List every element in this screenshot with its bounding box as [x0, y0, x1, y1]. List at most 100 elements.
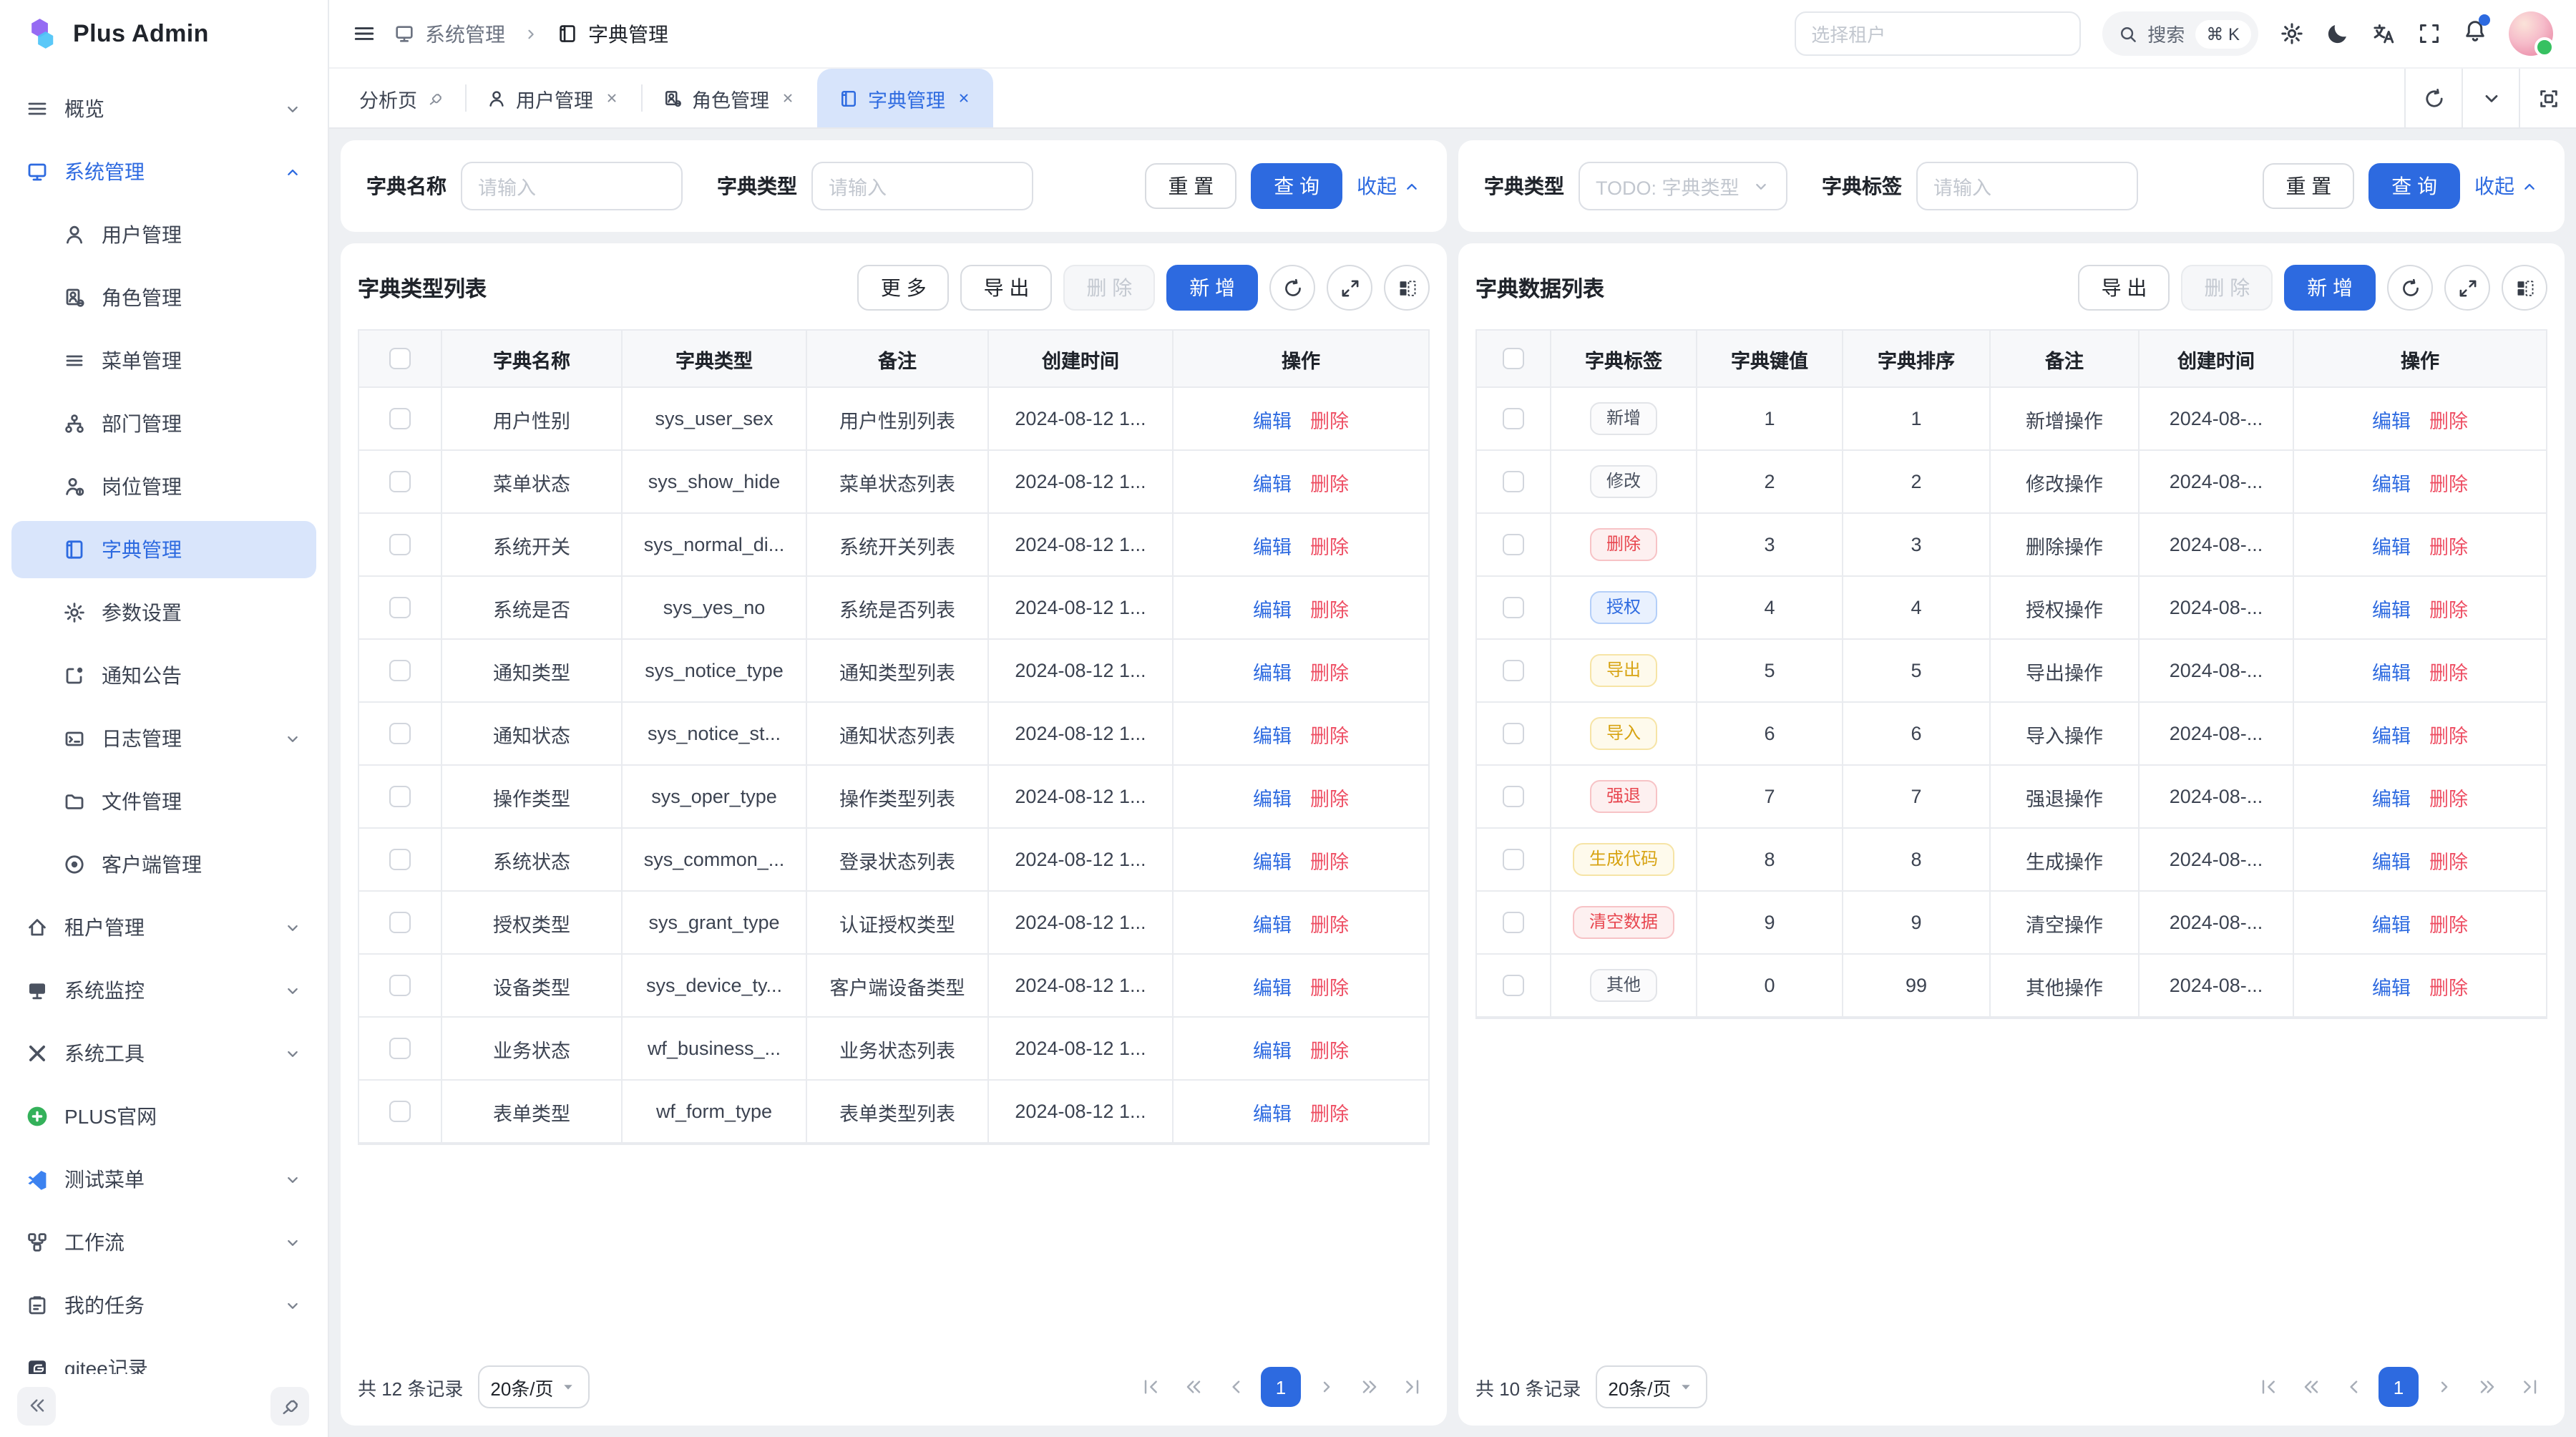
expand-table-button[interactable] [2444, 265, 2490, 311]
query-button[interactable]: 查 询 [1251, 163, 1342, 209]
prev-page-button[interactable] [2336, 1369, 2371, 1405]
edit-link[interactable]: 编辑 [1253, 719, 1292, 748]
delete-link[interactable]: 删除 [1310, 656, 1349, 685]
dict-type-select[interactable]: TODO: 字典类型 [1579, 162, 1787, 210]
delete-link[interactable]: 删除 [2429, 404, 2468, 433]
delete-link[interactable]: 删除 [1310, 782, 1349, 811]
row-checkbox[interactable] [389, 723, 411, 744]
first-page-button[interactable] [2250, 1369, 2285, 1405]
row-checkbox[interactable] [1503, 849, 1524, 870]
column-settings-button[interactable] [1384, 265, 1430, 311]
maximize-button[interactable] [2519, 69, 2576, 127]
add-button[interactable]: 新 增 [2284, 265, 2376, 311]
delete-link[interactable]: 删除 [2429, 908, 2468, 937]
refresh-table-button[interactable] [2387, 265, 2433, 311]
sidebar-item-菜单管理[interactable]: 菜单管理 [11, 332, 316, 389]
close-icon[interactable] [955, 90, 971, 106]
delete-link[interactable]: 删除 [2429, 719, 2468, 748]
dark-mode-icon[interactable] [2326, 21, 2350, 46]
close-icon[interactable] [603, 90, 619, 106]
current-page-button[interactable]: 1 [2379, 1367, 2419, 1407]
delete-link[interactable]: 删除 [1310, 467, 1349, 496]
edit-link[interactable]: 编辑 [2372, 719, 2411, 748]
sidebar-item-租户管理[interactable]: 租户管理 [11, 899, 316, 956]
avatar[interactable] [2509, 11, 2553, 56]
edit-link[interactable]: 编辑 [1253, 845, 1292, 874]
row-checkbox[interactable] [389, 471, 411, 492]
column-settings-button[interactable] [2502, 265, 2547, 311]
tab-menu-button[interactable] [2462, 69, 2519, 127]
sidebar-item-测试菜单[interactable]: 测试菜单 [11, 1151, 316, 1208]
more-button[interactable]: 更 多 [858, 265, 950, 311]
current-page-button[interactable]: 1 [1261, 1367, 1301, 1407]
row-checkbox[interactable] [389, 534, 411, 555]
language-icon[interactable] [2371, 21, 2396, 46]
edit-link[interactable]: 编辑 [2372, 908, 2411, 937]
delete-link[interactable]: 删除 [2429, 593, 2468, 622]
sidebar-pin-button[interactable] [270, 1386, 309, 1425]
delete-link[interactable]: 删除 [2429, 530, 2468, 559]
close-icon[interactable] [779, 90, 795, 106]
breadcrumb-item-dict[interactable]: 字典管理 [557, 19, 668, 48]
delete-link[interactable]: 删除 [1310, 845, 1349, 874]
edit-link[interactable]: 编辑 [2372, 656, 2411, 685]
row-checkbox[interactable] [389, 408, 411, 429]
row-checkbox[interactable] [389, 912, 411, 933]
edit-link[interactable]: 编辑 [2372, 845, 2411, 874]
delete-link[interactable]: 删除 [1310, 971, 1349, 1000]
edit-link[interactable]: 编辑 [1253, 1097, 1292, 1126]
last-page-button[interactable] [1394, 1369, 1430, 1405]
row-checkbox[interactable] [1503, 471, 1524, 492]
edit-link[interactable]: 编辑 [1253, 467, 1292, 496]
prev-5-pages-button[interactable] [1175, 1369, 1211, 1405]
row-checkbox[interactable] [1503, 408, 1524, 429]
dict-tag-input[interactable]: 请输入 [1916, 162, 2138, 210]
page-size-select[interactable]: 20条/页 [477, 1365, 589, 1408]
row-checkbox[interactable] [1503, 723, 1524, 744]
fullscreen-icon[interactable] [2417, 21, 2441, 46]
delete-link[interactable]: 删除 [1310, 1034, 1349, 1063]
edit-link[interactable]: 编辑 [1253, 971, 1292, 1000]
edit-link[interactable]: 编辑 [1253, 404, 1292, 433]
row-checkbox[interactable] [389, 1101, 411, 1122]
add-button[interactable]: 新 增 [1166, 265, 1258, 311]
dict-name-input[interactable]: 请输入 [461, 162, 683, 210]
row-checkbox[interactable] [389, 597, 411, 618]
edit-link[interactable]: 编辑 [2372, 782, 2411, 811]
sidebar-item-系统监控[interactable]: 系统监控 [11, 962, 316, 1019]
expand-table-button[interactable] [1327, 265, 1372, 311]
notifications-button[interactable] [2463, 18, 2487, 49]
select-all-checkbox[interactable] [1503, 348, 1524, 369]
first-page-button[interactable] [1132, 1369, 1168, 1405]
pin-icon[interactable] [427, 90, 443, 106]
global-search-button[interactable]: 搜索 ⌘ K [2102, 11, 2258, 56]
delete-link[interactable]: 删除 [2429, 656, 2468, 685]
collapse-search-link[interactable]: 收起 [2474, 172, 2539, 200]
query-button[interactable]: 查 询 [2368, 163, 2460, 209]
delete-link[interactable]: 删除 [1310, 719, 1349, 748]
sidebar-item-通知公告[interactable]: 通知公告 [11, 647, 316, 704]
edit-link[interactable]: 编辑 [1253, 530, 1292, 559]
sidebar-item-用户管理[interactable]: 用户管理 [11, 206, 316, 263]
row-checkbox[interactable] [389, 849, 411, 870]
row-checkbox[interactable] [1503, 786, 1524, 807]
next-page-button[interactable] [2426, 1369, 2462, 1405]
sidebar-item-部门管理[interactable]: 部门管理 [11, 395, 316, 452]
sidebar-item-日志管理[interactable]: 日志管理 [11, 710, 316, 767]
sidebar-item-PLUS官网[interactable]: PLUS官网 [11, 1088, 316, 1145]
row-checkbox[interactable] [1503, 597, 1524, 618]
next-page-button[interactable] [1308, 1369, 1344, 1405]
settings-icon[interactable] [2280, 21, 2304, 46]
dict-type-input[interactable]: 请输入 [811, 162, 1033, 210]
refresh-tab-button[interactable] [2404, 69, 2462, 127]
sidebar-item-文件管理[interactable]: 文件管理 [11, 773, 316, 830]
prev-5-pages-button[interactable] [2293, 1369, 2328, 1405]
edit-link[interactable]: 编辑 [1253, 782, 1292, 811]
sidebar-item-系统工具[interactable]: 系统工具 [11, 1025, 316, 1082]
collapse-search-link[interactable]: 收起 [1357, 172, 1421, 200]
sidebar-item-我的任务[interactable]: 我的任务 [11, 1277, 316, 1334]
refresh-table-button[interactable] [1269, 265, 1315, 311]
export-button[interactable]: 导 出 [2079, 265, 2170, 311]
sidebar-item-概览[interactable]: 概览 [11, 80, 316, 137]
last-page-button[interactable] [2512, 1369, 2547, 1405]
